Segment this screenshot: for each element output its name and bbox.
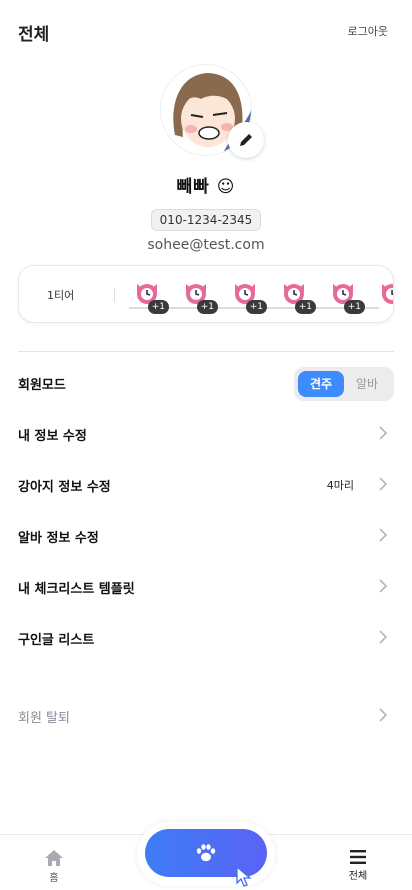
paw-icon [196,844,216,862]
tier-badge: +1 [180,276,218,314]
menu-item-label: 알바 정보 수정 [18,531,99,546]
settings-menu: 회원모드 견주 알바 내 정보 수정 강아지 정보 수정 4마리 알바 정보 수… [0,358,412,664]
member-mode-toggle[interactable]: 견주 알바 [294,367,394,401]
member-mode-row: 회원모드 견주 알바 [0,358,412,409]
tab-all[interactable]: 전체 [328,849,388,882]
alarm-cat-icon [382,284,393,304]
home-icon [45,850,63,866]
pencil-icon [240,134,252,146]
tier-badge: +1 [229,276,267,314]
avatar-wrapper [160,64,264,158]
logout-button[interactable]: 로그아웃 [348,23,388,39]
email: sohee@test.com [147,237,265,253]
menu-icon [350,850,366,864]
tier-badge-count: +1 [343,300,365,314]
tier-badge-list: +1 +1 +1 +1 +1 [131,276,393,316]
menu-item-label: 내 정보 수정 [18,429,87,444]
profile-section: 빼빠 ☺ 010-1234-2345 sohee@test.com [0,64,412,253]
withdraw-label: 회원 탈퇴 [18,711,70,726]
menu-item-label: 내 체크리스트 템플릿 [18,582,135,597]
section-divider [18,351,394,352]
member-mode-label: 회원모드 [18,378,66,393]
menu-item-edit-sitter-info[interactable]: 알바 정보 수정 [0,511,412,562]
withdraw-row[interactable]: 회원 탈퇴 [0,690,412,741]
phone-badge: 010-1234-2345 [150,209,262,231]
nickname: 빼빠 ☺ [176,177,236,197]
menu-item-checklist-template[interactable]: 내 체크리스트 템플릿 [0,562,412,613]
chevron-right-icon [379,477,388,491]
tab-home-label: 홈 [49,873,59,884]
tier-badge-count: +1 [196,300,218,314]
tier-badge-count: +1 [147,300,169,314]
tier-badge-count: +1 [245,300,267,314]
tier-divider [114,288,115,302]
header: 전체 로그아웃 [0,0,412,60]
menu-item-edit-my-info[interactable]: 내 정보 수정 [0,409,412,460]
mouse-cursor-icon [236,866,252,887]
tier-label: 1티어 [47,289,75,302]
page-title: 전체 [18,25,50,45]
tier-badge: + [376,276,393,312]
tier-badge-count: +1 [294,300,316,314]
tab-all-label: 전체 [348,871,368,882]
edit-profile-button[interactable] [228,122,264,158]
chevron-right-icon [379,579,388,593]
mode-sitter-option[interactable]: 알바 [344,371,390,397]
menu-item-edit-dog-info[interactable]: 강아지 정보 수정 4마리 [0,460,412,511]
chevron-right-icon [379,426,388,440]
tier-card[interactable]: 1티어 +1 +1 +1 +1 +1 [18,265,394,323]
menu-item-job-post-list[interactable]: 구인글 리스트 [0,613,412,664]
menu-item-label: 구인글 리스트 [18,633,95,648]
chevron-right-icon [379,630,388,644]
tier-badge: +1 [327,276,365,314]
dog-count: 4마리 [326,479,354,492]
menu-item-label: 강아지 정보 수정 [18,480,111,495]
chevron-right-icon [379,528,388,542]
mode-owner-option[interactable]: 견주 [298,371,344,397]
tier-badge: +1 [278,276,316,314]
tab-home[interactable]: 홈 [24,849,84,884]
chevron-right-icon [379,708,388,722]
tier-badge: +1 [131,276,169,314]
